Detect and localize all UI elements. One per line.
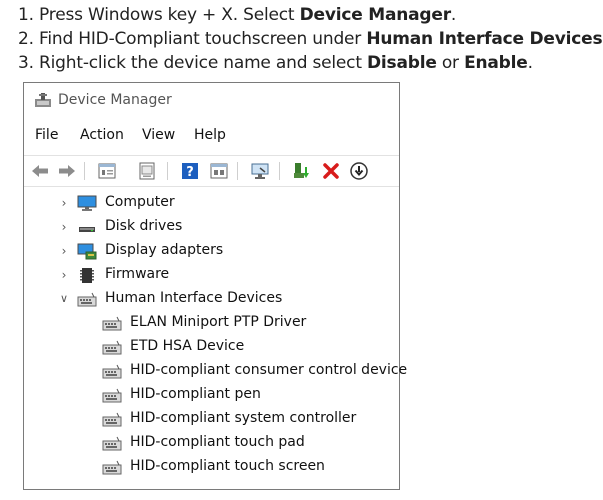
instruction-step-1: 1. Press Windows key + X. Select Device …	[18, 3, 603, 27]
tree-node-disk-drives[interactable]: › Disk drives	[24, 217, 394, 239]
svg-text:?: ?	[186, 165, 194, 180]
tree-node-label: Display adapters	[105, 242, 224, 258]
tree-leaf-device[interactable]: HID-compliant touch pad	[24, 433, 394, 455]
chevron-right-icon[interactable]: ›	[58, 267, 70, 283]
menu-view[interactable]: View	[142, 127, 175, 143]
tree-leaf-device[interactable]: ETD HSA Device	[24, 337, 394, 359]
tree-node-display-adapters[interactable]: › Display adapters	[24, 241, 394, 263]
chevron-right-icon[interactable]: ›	[58, 195, 70, 211]
step-punct: .	[450, 5, 457, 25]
device-manager-window: Device Manager File Action View Help ? ›…	[23, 82, 407, 490]
properties-icon[interactable]	[97, 161, 117, 181]
step-text: Find HID-Compliant touchscreen under	[39, 29, 367, 49]
back-arrow-icon[interactable]	[30, 161, 50, 181]
firmware-icon	[77, 267, 97, 284]
instructions: 1. Press Windows key + X. Select Device …	[18, 3, 603, 75]
hid-device-icon	[102, 411, 122, 428]
title-bar: Device Manager	[24, 83, 399, 117]
step-punct: .	[527, 53, 533, 73]
tree-leaf-touch-screen[interactable]: HID-compliant touch screen	[24, 457, 394, 479]
step-bold-text: Disable	[367, 53, 437, 73]
hid-device-icon	[102, 315, 122, 332]
chevron-down-icon[interactable]: ∨	[58, 291, 70, 307]
step-number: 1.	[18, 5, 34, 25]
step-number: 2.	[18, 29, 34, 49]
toolbar-separator	[279, 162, 280, 180]
tree-node-label: Human Interface Devices	[105, 290, 283, 306]
help-icon[interactable]: ?	[180, 161, 200, 181]
tree-node-computer[interactable]: › Computer	[24, 193, 394, 215]
toolbar-separator	[237, 162, 238, 180]
tree-node-label: Computer	[105, 194, 175, 210]
tree-leaf-label: HID-compliant touch screen	[130, 458, 325, 474]
tree-leaf-device[interactable]: HID-compliant system controller	[24, 409, 394, 431]
forward-arrow-icon[interactable]	[57, 161, 77, 181]
toolbar-separator	[167, 162, 168, 180]
hid-device-icon	[102, 363, 122, 380]
step-number: 3.	[18, 53, 34, 73]
tree-node-firmware[interactable]: › Firmware	[24, 265, 394, 287]
monitor-icon	[77, 195, 97, 212]
hid-device-icon	[102, 339, 122, 356]
menu-action[interactable]: Action	[80, 127, 124, 143]
update-driver-icon[interactable]	[292, 161, 312, 181]
hid-icon	[77, 291, 97, 308]
hid-device-icon	[102, 387, 122, 404]
tree-leaf-device[interactable]: HID-compliant pen	[24, 385, 394, 407]
step-text: Press Windows key + X. Select	[39, 5, 300, 25]
device-manager-app-icon	[34, 92, 52, 108]
disable-device-icon[interactable]	[349, 161, 369, 181]
display-adapter-icon	[77, 243, 97, 260]
step-bold-text: Human Interface Devices	[366, 29, 603, 49]
tree-node-human-interface-devices[interactable]: ∨ Human Interface Devices	[24, 289, 394, 311]
tree-leaf-label: HID-compliant system controller	[130, 410, 357, 426]
tree-leaf-label: ELAN Miniport PTP Driver	[130, 314, 307, 330]
toolbar-separator	[84, 162, 85, 180]
chevron-right-icon[interactable]: ›	[58, 219, 70, 235]
tree-node-label: Firmware	[105, 266, 170, 282]
disk-drive-icon	[77, 219, 97, 236]
uninstall-x-icon[interactable]	[321, 161, 341, 181]
instruction-step-2: 2. Find HID-Compliant touchscreen under …	[18, 27, 603, 51]
step-text: Right-click the device name and select	[39, 53, 367, 73]
menu-file[interactable]: File	[35, 127, 58, 143]
window-title: Device Manager	[58, 92, 172, 108]
tree-leaf-device[interactable]: HID-compliant consumer control device	[24, 361, 407, 383]
show-hidden-icon[interactable]	[137, 161, 157, 181]
tree-leaf-label: HID-compliant touch pad	[130, 434, 305, 450]
tree-leaf-device[interactable]: ELAN Miniport PTP Driver	[24, 313, 394, 335]
tree-leaf-label: HID-compliant consumer control device	[130, 362, 408, 378]
step-bold-text: Enable	[464, 53, 528, 73]
tree-leaf-label: HID-compliant pen	[130, 386, 261, 402]
menu-bar: File Action View Help	[24, 127, 399, 149]
step-bold-text: Device Manager	[299, 5, 452, 25]
step-text: or	[436, 53, 465, 73]
instruction-step-3: 3. Right-click the device name and selec…	[18, 51, 603, 75]
toolbar: ?	[24, 155, 399, 187]
details-icon[interactable]	[209, 161, 229, 181]
tree-leaf-label: ETD HSA Device	[130, 338, 245, 354]
hid-device-icon	[102, 459, 122, 476]
menu-help[interactable]: Help	[194, 127, 226, 143]
hid-device-icon	[102, 435, 122, 452]
scan-hardware-icon[interactable]	[250, 161, 270, 181]
tree-node-label: Disk drives	[105, 218, 183, 234]
chevron-right-icon[interactable]: ›	[58, 243, 70, 259]
